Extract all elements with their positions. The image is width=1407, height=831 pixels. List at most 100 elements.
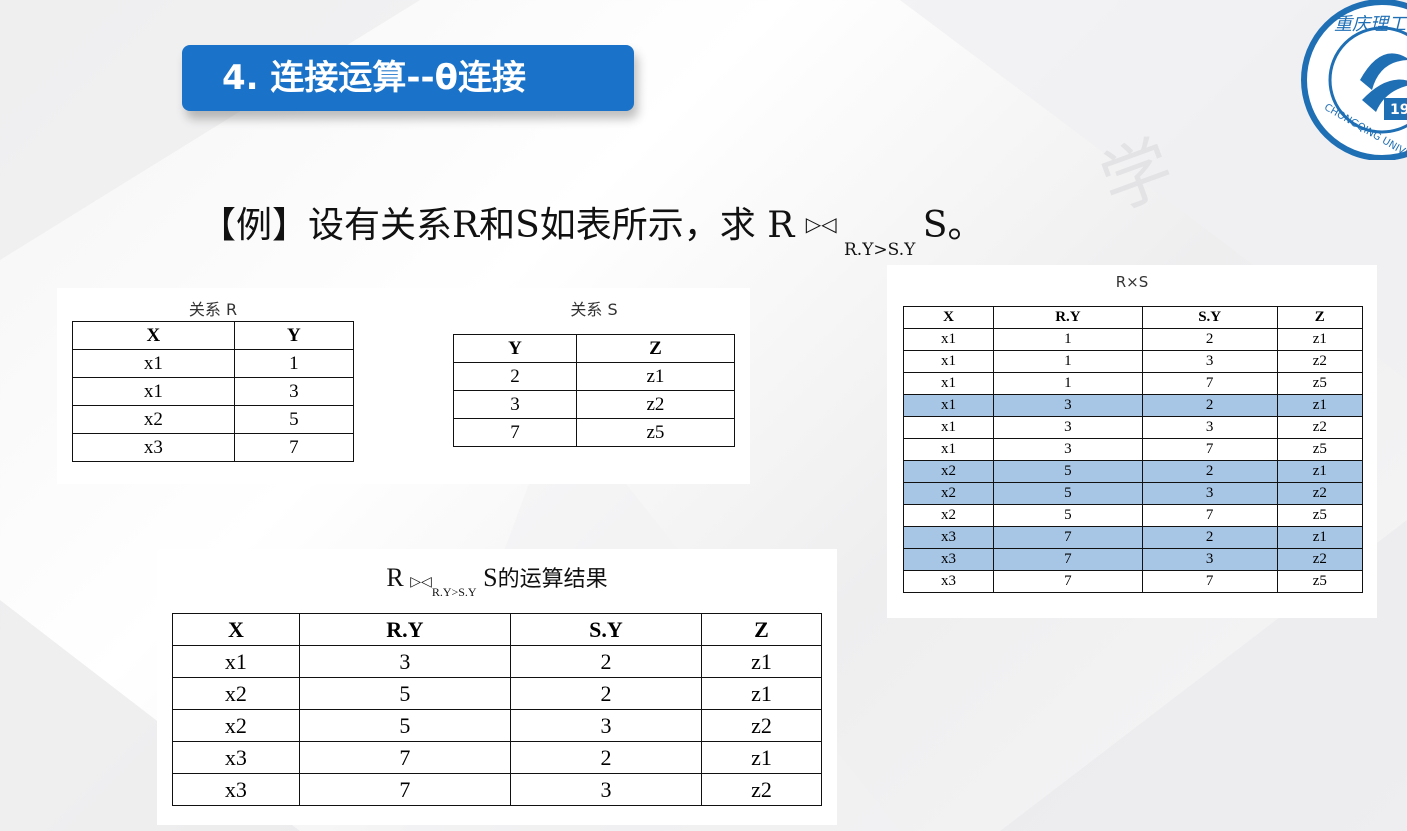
column-header: X bbox=[902, 306, 995, 329]
table-row: x3 7 bbox=[72, 433, 355, 462]
cell: 7 bbox=[1141, 372, 1278, 395]
cell: x3 bbox=[172, 773, 300, 806]
cell: 3 bbox=[993, 438, 1143, 461]
cell: 5 bbox=[233, 405, 355, 434]
column-header: Y bbox=[233, 321, 355, 350]
watermark: 学 bbox=[1089, 125, 1184, 227]
table-row: 2 z1 bbox=[453, 362, 736, 391]
column-header: Z bbox=[1276, 306, 1364, 329]
cell: z1 bbox=[575, 362, 736, 391]
result-caption-cond: R.Y>S.Y bbox=[431, 585, 477, 599]
cell: x2 bbox=[172, 709, 300, 742]
cell: x2 bbox=[72, 405, 235, 434]
cell: z1 bbox=[1276, 526, 1364, 549]
cell: 7 bbox=[298, 741, 511, 774]
relation-s-caption: 关系 S bbox=[570, 300, 618, 319]
cell: z1 bbox=[700, 741, 823, 774]
product-panel: R×S X R.Y S.Y Z x1 1 2 z1 x1 1 3 z2 x1 1 7 z5 x1 3 2 z1… bbox=[887, 265, 1377, 618]
cell: 2 bbox=[1141, 526, 1278, 549]
cell: x3 bbox=[902, 570, 995, 593]
cell: 3 bbox=[453, 390, 577, 419]
result-caption: R ▷◁R.Y>S.Y S的运算结果 bbox=[157, 561, 837, 599]
cell: z1 bbox=[700, 645, 823, 678]
cell: z2 bbox=[1276, 416, 1364, 439]
cell: 1 bbox=[993, 372, 1143, 395]
column-header: S.Y bbox=[1141, 306, 1278, 329]
cell: 3 bbox=[1141, 482, 1278, 505]
result-table: X R.Y S.Y Z x1 3 2 z1 x2 5 2 z1 x2 5 3 z2 x3 7 2 z1 x3 7 3… bbox=[172, 613, 823, 806]
cell: 7 bbox=[1141, 504, 1278, 527]
table-row: x2 5 7 z5 bbox=[902, 504, 1364, 527]
cell: 5 bbox=[993, 482, 1143, 505]
table-row: x2 5 bbox=[72, 405, 355, 434]
cell: 7 bbox=[298, 773, 511, 806]
cell: 7 bbox=[1141, 438, 1278, 461]
table-row: x2 5 3 z2 bbox=[902, 482, 1364, 505]
cell: z2 bbox=[1276, 548, 1364, 571]
cell: x3 bbox=[72, 433, 235, 462]
table-row: 3 z2 bbox=[453, 390, 736, 419]
cell: x2 bbox=[902, 460, 995, 483]
cell: 7 bbox=[1141, 570, 1278, 593]
cell: 3 bbox=[993, 394, 1143, 417]
cell: z1 bbox=[1276, 328, 1364, 351]
cell: 2 bbox=[1141, 394, 1278, 417]
column-header: X bbox=[72, 321, 235, 350]
cell: 7 bbox=[453, 418, 577, 447]
table-row: x3 7 3 z2 bbox=[902, 548, 1364, 571]
cell: 5 bbox=[993, 460, 1143, 483]
product-caption: R×S bbox=[1115, 273, 1149, 291]
cell: z1 bbox=[1276, 460, 1364, 483]
cell: x1 bbox=[902, 438, 995, 461]
table-row: x1 3 7 z5 bbox=[902, 438, 1364, 461]
slide-title: 4. 连接运算--θ连接 bbox=[182, 45, 634, 111]
cell: 2 bbox=[509, 645, 702, 678]
cell: x1 bbox=[902, 394, 995, 417]
table-row: x3 7 3 z2 bbox=[172, 773, 823, 806]
cell: z5 bbox=[1276, 570, 1364, 593]
cell: 7 bbox=[993, 526, 1143, 549]
cell: 3 bbox=[233, 377, 355, 406]
cell: 3 bbox=[1141, 416, 1278, 439]
cell: 5 bbox=[298, 677, 511, 710]
example-suffix: S。 bbox=[922, 205, 984, 246]
logo-top-text: 重庆理工 bbox=[1334, 14, 1407, 35]
cell: x1 bbox=[902, 328, 995, 351]
cell: x3 bbox=[902, 548, 995, 571]
cell: x1 bbox=[902, 350, 995, 373]
table-row: x2 5 2 z1 bbox=[902, 460, 1364, 483]
table-row: x3 7 7 z5 bbox=[902, 570, 1364, 593]
cell: z2 bbox=[1276, 350, 1364, 373]
cell: 3 bbox=[1141, 548, 1278, 571]
table-row: x1 3 2 z1 bbox=[902, 394, 1364, 417]
cell: x1 bbox=[72, 377, 235, 406]
cell: x3 bbox=[172, 741, 300, 774]
table-row: x3 7 2 z1 bbox=[172, 741, 823, 774]
cell: 1 bbox=[233, 349, 355, 378]
column-header: R.Y bbox=[298, 613, 511, 646]
table-row: x1 1 3 z2 bbox=[902, 350, 1364, 373]
cell: 2 bbox=[453, 362, 577, 391]
cell: x2 bbox=[902, 504, 995, 527]
university-logo: 194 重庆理工 CHONGQING UNIVERSITY bbox=[1300, 0, 1407, 175]
cell: 7 bbox=[993, 570, 1143, 593]
cell: z2 bbox=[700, 773, 823, 806]
column-header: Y bbox=[453, 334, 577, 363]
cell: 3 bbox=[509, 773, 702, 806]
logo-year: 194 bbox=[1390, 102, 1407, 118]
result-caption-symbol: ▷◁ bbox=[410, 575, 432, 590]
cell: 2 bbox=[1141, 460, 1278, 483]
join-symbol: ▷◁ bbox=[805, 212, 837, 236]
cell: z5 bbox=[1276, 372, 1364, 395]
cell: 5 bbox=[298, 709, 511, 742]
cell: z1 bbox=[1276, 394, 1364, 417]
relation-r-caption: 关系 R bbox=[188, 300, 238, 319]
cell: z2 bbox=[575, 390, 736, 419]
cell: 7 bbox=[233, 433, 355, 462]
cell: z2 bbox=[1276, 482, 1364, 505]
table-row: x1 1 bbox=[72, 349, 355, 378]
column-header: R.Y bbox=[993, 306, 1143, 329]
result-panel: R ▷◁R.Y>S.Y S的运算结果 X R.Y S.Y Z x1 3 2 z1 x2 5… bbox=[157, 549, 837, 825]
table-row: 7 z5 bbox=[453, 418, 736, 447]
example-statement: 【例】设有关系R和S如表所示，求 R ▷◁ R.Y>S.Y S。 bbox=[200, 196, 984, 260]
